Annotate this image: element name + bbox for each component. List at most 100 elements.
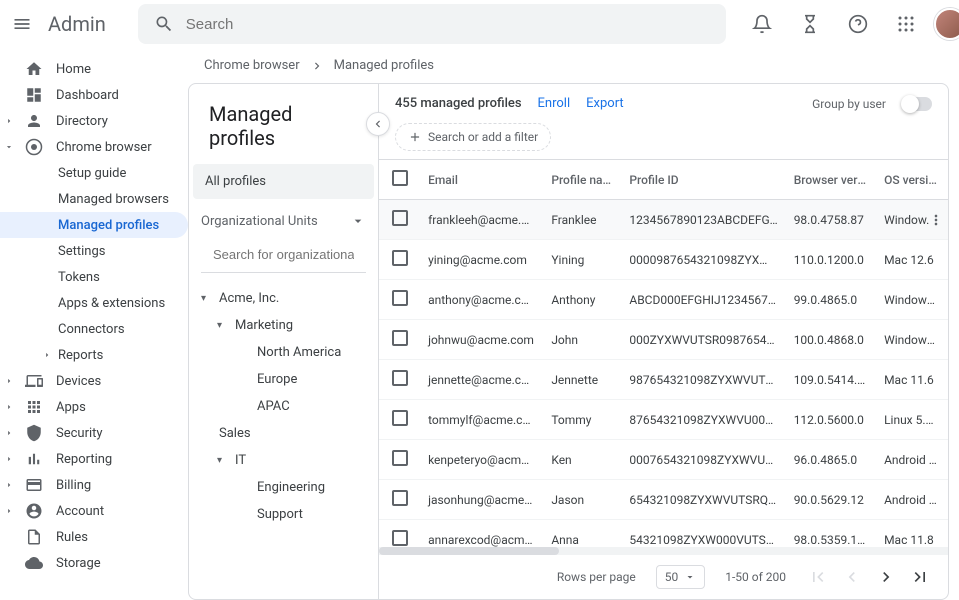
add-filter-chip[interactable]: Search or add a filter xyxy=(395,123,551,151)
ou-node[interactable]: APAC xyxy=(189,393,378,420)
cell-os-version: Android 12 xyxy=(876,480,948,520)
row-checkbox[interactable] xyxy=(392,330,408,346)
ou-node[interactable]: ▾Marketing xyxy=(189,312,378,339)
group-by-label: Group by user xyxy=(812,97,886,111)
table-row[interactable]: yining@acme.comYining0000987654321098ZYX… xyxy=(379,240,948,280)
profiles-table: Email Profile name Profile ID Browser ve… xyxy=(379,159,948,547)
col-header-email[interactable]: Email xyxy=(420,160,543,200)
col-header-browser-version[interactable]: Browser version xyxy=(786,160,876,200)
row-checkbox[interactable] xyxy=(392,410,408,426)
table-row[interactable]: tommylf@acme.comTommy87654321098ZYXWVU00… xyxy=(379,400,948,440)
collapse-panel-button[interactable] xyxy=(366,112,390,136)
row-checkbox[interactable] xyxy=(392,210,408,226)
table-row[interactable]: kenpeteryo@acme.comKen0007654321098ZYXWV… xyxy=(379,440,948,480)
nav-item-home[interactable]: Home xyxy=(0,56,188,82)
ou-node[interactable]: Europe xyxy=(189,366,378,393)
first-page-icon xyxy=(808,567,828,587)
help-button[interactable] xyxy=(838,4,878,44)
table-row[interactable]: annarexcod@acme.comAnna54321098ZYXW000VU… xyxy=(379,520,948,548)
table-row[interactable]: frankleeh@acme.comFranklee1234567890123A… xyxy=(379,200,948,240)
cell-browser-version: 100.0.4868.0 xyxy=(786,320,876,360)
nav-item-devices[interactable]: Devices xyxy=(0,368,188,394)
table-scroll-area[interactable]: Email Profile name Profile ID Browser ve… xyxy=(379,159,948,547)
nav-item-reports[interactable]: Reports xyxy=(0,342,188,368)
cell-profile-id: 54321098ZYXW000VUTSRQPONM xyxy=(621,520,785,548)
page-range: 1-50 of 200 xyxy=(725,570,786,584)
enroll-link[interactable]: Enroll xyxy=(538,96,571,111)
user-avatar[interactable] xyxy=(934,8,959,40)
nav-item-tokens[interactable]: Tokens xyxy=(0,264,188,290)
notifications-button[interactable] xyxy=(742,4,782,44)
nav-item-apps-extensions[interactable]: Apps & extensions xyxy=(0,290,188,316)
row-checkbox[interactable] xyxy=(392,370,408,386)
ou-node[interactable]: North America xyxy=(189,339,378,366)
apps-launcher-button[interactable] xyxy=(886,4,926,44)
nav-label: Rules xyxy=(56,530,88,545)
breadcrumb: Chrome browser Managed profiles xyxy=(188,48,959,83)
ou-search-input[interactable] xyxy=(201,237,366,273)
nav-item-security[interactable]: Security xyxy=(0,420,188,446)
last-page-button[interactable] xyxy=(908,565,932,589)
cell-os-version: Mac 12.6 xyxy=(876,240,948,280)
prev-page-button[interactable] xyxy=(840,565,864,589)
global-search-input[interactable] xyxy=(186,16,710,33)
table-row[interactable]: anthony@acme.comAnthonyABCD000EFGHIJ1234… xyxy=(379,280,948,320)
person-icon xyxy=(24,111,44,131)
horizontal-scrollbar[interactable] xyxy=(379,547,948,555)
main-nav-sidebar: HomeDashboardDirectoryChrome browserSetu… xyxy=(0,48,188,600)
filter-all-profiles[interactable]: All profiles xyxy=(193,164,374,199)
row-checkbox[interactable] xyxy=(392,490,408,506)
table-row[interactable]: jennette@acme.comJennette987654321098ZYX… xyxy=(379,360,948,400)
row-checkbox[interactable] xyxy=(392,450,408,466)
table-row[interactable]: jasonhung@acme.comJason654321098ZYXWVUTS… xyxy=(379,480,948,520)
col-header-profile-name[interactable]: Profile name xyxy=(543,160,621,200)
row-checkbox[interactable] xyxy=(392,530,408,546)
ou-section-header[interactable]: Organizational Units xyxy=(189,205,378,237)
row-checkbox[interactable] xyxy=(392,250,408,266)
nav-item-setup-guide[interactable]: Setup guide xyxy=(0,160,188,186)
tasks-button[interactable] xyxy=(790,4,830,44)
col-header-profile-id[interactable]: Profile ID xyxy=(621,160,785,200)
dropdown-icon xyxy=(684,571,696,583)
select-all-checkbox[interactable] xyxy=(392,170,408,186)
nav-item-connectors[interactable]: Connectors xyxy=(0,316,188,342)
nav-item-managed-profiles[interactable]: Managed profiles xyxy=(0,212,188,238)
expand-caret-icon xyxy=(4,402,14,412)
ou-node[interactable]: Support xyxy=(189,501,378,528)
global-search[interactable] xyxy=(138,4,726,44)
group-by-toggle[interactable] xyxy=(902,97,932,111)
scrollbar-thumb[interactable] xyxy=(379,547,559,555)
nav-item-dashboard[interactable]: Dashboard xyxy=(0,82,188,108)
ou-node[interactable]: ▾Acme, Inc. xyxy=(189,285,378,312)
hamburger-menu-button[interactable] xyxy=(12,4,32,44)
ou-label: Europe xyxy=(257,372,297,387)
ou-label: IT xyxy=(235,453,246,468)
ou-node[interactable]: Sales xyxy=(189,420,378,447)
nav-item-storage[interactable]: Storage xyxy=(0,550,188,576)
cell-email: johnwu@acme.com xyxy=(420,320,543,360)
breadcrumb-parent[interactable]: Chrome browser xyxy=(204,58,300,73)
rows-per-page-select[interactable]: 50 xyxy=(656,565,706,589)
nav-item-reporting[interactable]: Reporting xyxy=(0,446,188,472)
row-checkbox[interactable] xyxy=(392,290,408,306)
nav-item-chrome-browser[interactable]: Chrome browser xyxy=(0,134,188,160)
export-link[interactable]: Export xyxy=(586,96,624,111)
cell-profile-id: 0007654321098ZYXWVUTSRQPO xyxy=(621,440,785,480)
first-page-button[interactable] xyxy=(806,565,830,589)
col-header-os-version[interactable]: OS version xyxy=(876,160,948,200)
row-menu-button[interactable] xyxy=(928,212,944,228)
nav-item-managed-browsers[interactable]: Managed browsers xyxy=(0,186,188,212)
expand-caret-icon xyxy=(4,428,14,438)
nav-item-billing[interactable]: Billing xyxy=(0,472,188,498)
ou-node[interactable]: Engineering xyxy=(189,474,378,501)
nav-item-rules[interactable]: Rules xyxy=(0,524,188,550)
cell-profile-name: Ken xyxy=(543,440,621,480)
ou-node[interactable]: ▾IT xyxy=(189,447,378,474)
nav-item-directory[interactable]: Directory xyxy=(0,108,188,134)
nav-item-apps[interactable]: Apps xyxy=(0,394,188,420)
cell-browser-version: 109.0.5414.46 xyxy=(786,360,876,400)
table-row[interactable]: johnwu@acme.comJohn000ZYXWVUTSR098765432… xyxy=(379,320,948,360)
nav-item-account[interactable]: Account xyxy=(0,498,188,524)
nav-item-settings[interactable]: Settings xyxy=(0,238,188,264)
next-page-button[interactable] xyxy=(874,565,898,589)
